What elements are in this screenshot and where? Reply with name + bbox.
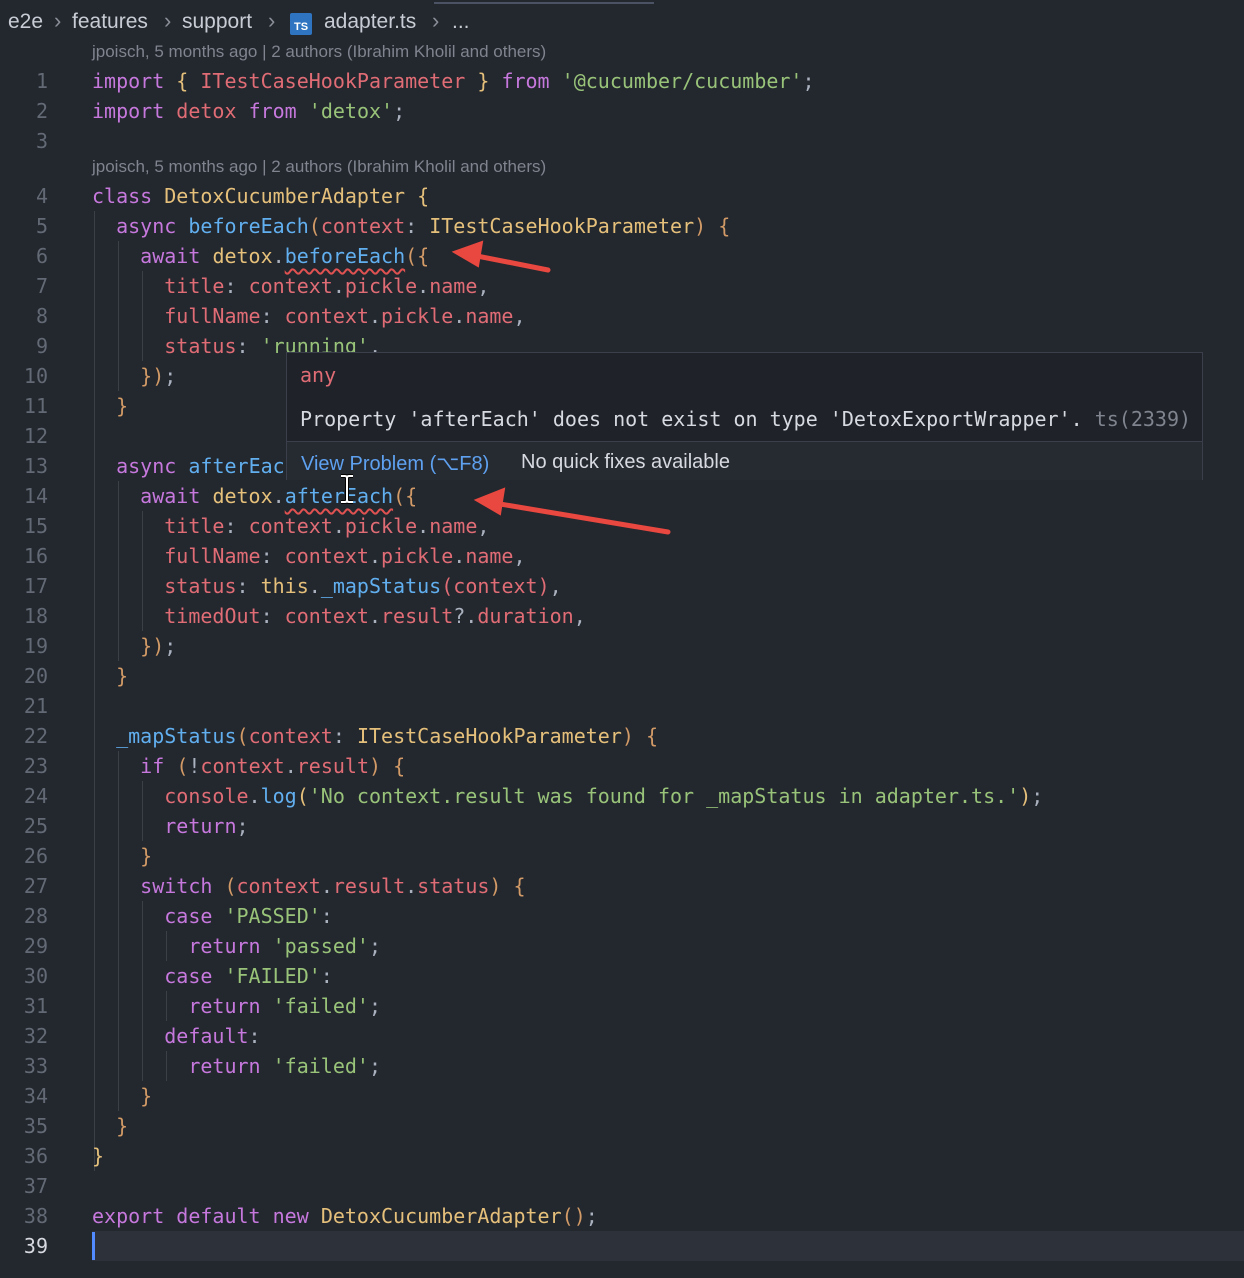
- code-line[interactable]: return 'passed';: [92, 931, 381, 961]
- code-line[interactable]: title: context.pickle.name,: [92, 511, 489, 541]
- line-number: 25: [23, 814, 48, 838]
- typescript-file-icon: TS: [290, 13, 312, 35]
- line-number: 15: [23, 514, 48, 538]
- code-line[interactable]: await detox.beforeEach({: [92, 241, 429, 271]
- line-number: 30: [23, 964, 48, 988]
- line-number: 37: [23, 1174, 48, 1198]
- line-number: 27: [23, 874, 48, 898]
- line-number-active: 39: [23, 1234, 48, 1258]
- breadcrumb-item-e2e[interactable]: e2e: [8, 10, 43, 34]
- code-line[interactable]: return;: [92, 811, 248, 841]
- line-number: 36: [23, 1144, 48, 1168]
- line-number: 4: [35, 184, 48, 208]
- hover-error-message: Property 'afterEach' does not exist on t…: [300, 407, 1192, 431]
- git-blame-annotation[interactable]: jpoisch, 5 months ago | 2 authors (Ibrah…: [92, 42, 546, 62]
- line-number: 20: [23, 664, 48, 688]
- git-blame-annotation[interactable]: jpoisch, 5 months ago | 2 authors (Ibrah…: [92, 157, 546, 177]
- line-number: 17: [23, 574, 48, 598]
- tab-indicator: [434, 2, 654, 4]
- line-number: 2: [35, 99, 48, 123]
- error-squiggle: beforeEach: [284, 244, 406, 268]
- code-line[interactable]: });: [92, 361, 176, 391]
- code-line[interactable]: import detox from 'detox';: [92, 96, 405, 126]
- code-line[interactable]: }: [92, 1081, 152, 1111]
- breadcrumb-item-support[interactable]: support: [182, 10, 252, 34]
- code-line[interactable]: });: [92, 631, 176, 661]
- text-cursor: [92, 1232, 95, 1260]
- line-number: 19: [23, 634, 48, 658]
- code-line[interactable]: switch (context.result.status) {: [92, 871, 525, 901]
- line-number: 11: [23, 394, 48, 418]
- code-line[interactable]: case 'PASSED':: [92, 901, 333, 931]
- line-number: 16: [23, 544, 48, 568]
- code-line[interactable]: await detox.afterEach({: [92, 481, 417, 511]
- code-line[interactable]: timedOut: context.result?.duration,: [92, 601, 585, 631]
- line-number: 22: [23, 724, 48, 748]
- line-number: 35: [23, 1114, 48, 1138]
- code-line[interactable]: case 'FAILED':: [92, 961, 333, 991]
- annotation-arrow: [473, 487, 671, 535]
- line-number: 31: [23, 994, 48, 1018]
- code-line[interactable]: class DetoxCucumberAdapter {: [92, 181, 429, 211]
- current-line-highlight: [92, 1231, 1244, 1261]
- chevron-right-icon: ›: [54, 8, 62, 33]
- line-number: 7: [35, 274, 48, 298]
- code-line[interactable]: return 'failed';: [92, 991, 381, 1021]
- code-line[interactable]: async beforeEach(context: ITestCaseHookP…: [92, 211, 730, 241]
- code-line[interactable]: }: [92, 391, 128, 421]
- code-line[interactable]: fullName: context.pickle.name,: [92, 541, 525, 571]
- code-line[interactable]: title: context.pickle.name,: [92, 271, 489, 301]
- chevron-right-icon: ›: [268, 8, 276, 33]
- chevron-right-icon: ›: [432, 8, 440, 33]
- code-line[interactable]: async afterEac: [92, 451, 285, 481]
- code-line[interactable]: status: this._mapStatus(context),: [92, 571, 561, 601]
- code-line[interactable]: default:: [92, 1021, 260, 1051]
- line-number: 18: [23, 604, 48, 628]
- code-line[interactable]: return 'failed';: [92, 1051, 381, 1081]
- line-number: 38: [23, 1204, 48, 1228]
- code-line[interactable]: }: [92, 661, 128, 691]
- line-number: 8: [35, 304, 48, 328]
- line-number: 9: [35, 334, 48, 358]
- hover-type-text: any: [300, 363, 337, 387]
- line-number: 12: [23, 424, 48, 448]
- line-number: 13: [23, 454, 48, 478]
- breadcrumb-item-features[interactable]: features: [72, 10, 148, 34]
- error-hover-popup: any Property 'afterEach' does not exist …: [286, 352, 1203, 480]
- line-number: 1: [35, 69, 48, 93]
- line-number: 26: [23, 844, 48, 868]
- breadcrumb-item-more[interactable]: ...: [452, 10, 470, 34]
- code-line[interactable]: }: [92, 841, 152, 871]
- error-code: ts(2339): [1094, 407, 1192, 431]
- hover-status-bar: View Problem (⌥F8) No quick fixes availa…: [287, 441, 1202, 480]
- chevron-right-icon: ›: [164, 8, 172, 33]
- code-line[interactable]: export default new DetoxCucumberAdapter(…: [92, 1201, 598, 1231]
- view-problem-link[interactable]: View Problem (⌥F8): [301, 451, 489, 476]
- breadcrumb-item-adapter-ts[interactable]: adapter.ts: [324, 10, 416, 34]
- code-line[interactable]: import { ITestCaseHookParameter } from '…: [92, 66, 815, 96]
- annotation-arrow: [451, 240, 551, 273]
- line-number: 29: [23, 934, 48, 958]
- code-line[interactable]: console.log('No context.result was found…: [92, 781, 1043, 811]
- line-number: 10: [23, 364, 48, 388]
- line-number: 5: [35, 214, 48, 238]
- line-number: 3: [35, 129, 48, 153]
- line-number: 32: [23, 1024, 48, 1048]
- code-line[interactable]: _mapStatus(context: ITestCaseHookParamet…: [92, 721, 658, 751]
- breadcrumb: e2e › features › support › TS adapter.ts…: [0, 0, 1244, 44]
- line-number: 21: [23, 694, 48, 718]
- code-line[interactable]: if (!context.result) {: [92, 751, 405, 781]
- line-number: 28: [23, 904, 48, 928]
- no-quick-fixes-text: No quick fixes available: [521, 451, 730, 473]
- code-line[interactable]: fullName: context.pickle.name,: [92, 301, 525, 331]
- code-line[interactable]: }: [92, 1141, 104, 1171]
- line-number: 33: [23, 1054, 48, 1078]
- code-line[interactable]: }: [92, 1111, 128, 1141]
- line-number: 14: [23, 484, 48, 508]
- line-number: 24: [23, 784, 48, 808]
- line-number: 23: [23, 754, 48, 778]
- line-number: 34: [23, 1084, 48, 1108]
- text-ibeam-cursor-icon: [341, 474, 353, 504]
- line-number: 6: [35, 244, 48, 268]
